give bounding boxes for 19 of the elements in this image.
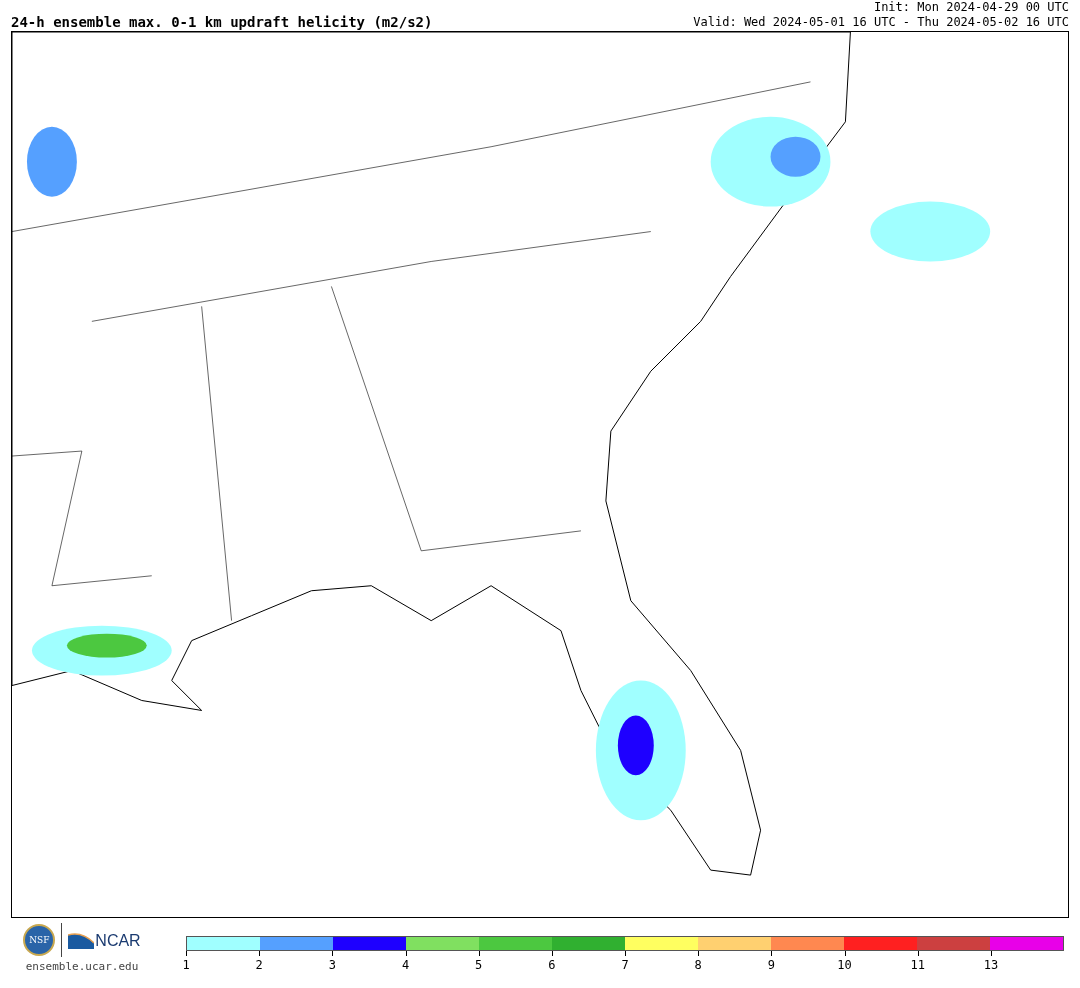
tick-label: 3 [328, 958, 336, 972]
tick-label: 10 [837, 958, 852, 972]
ncar-logo-text: NCAR [95, 933, 141, 949]
website-url: ensemble.ucar.edu [25, 960, 139, 973]
swoosh-icon [68, 931, 95, 949]
tick-label: 4 [401, 958, 410, 972]
tick-label: 6 [548, 958, 556, 972]
tick-label: 7 [621, 958, 629, 972]
tick-label: 9 [767, 958, 775, 972]
tick-label: 8 [694, 958, 702, 972]
init-time: Init: Mon 2024-04-29 00 UTC [872, 0, 1069, 15]
tick-label: 5 [475, 958, 483, 972]
chart-title: 24-h ensemble max. 0-1 km updraft helicity (m2/s2) [11, 14, 433, 30]
tick-label: 11 [910, 958, 925, 972]
tick-label: 1 [182, 958, 190, 972]
tick-label: 2 [255, 958, 263, 972]
tick-label: 13 [983, 958, 999, 972]
nsf-logo-icon: NSF [23, 924, 56, 956]
valid-time: Valid: Wed 2024-05-01 16 UTC - Thu 2024-05-02 16 UTC [693, 15, 1069, 30]
